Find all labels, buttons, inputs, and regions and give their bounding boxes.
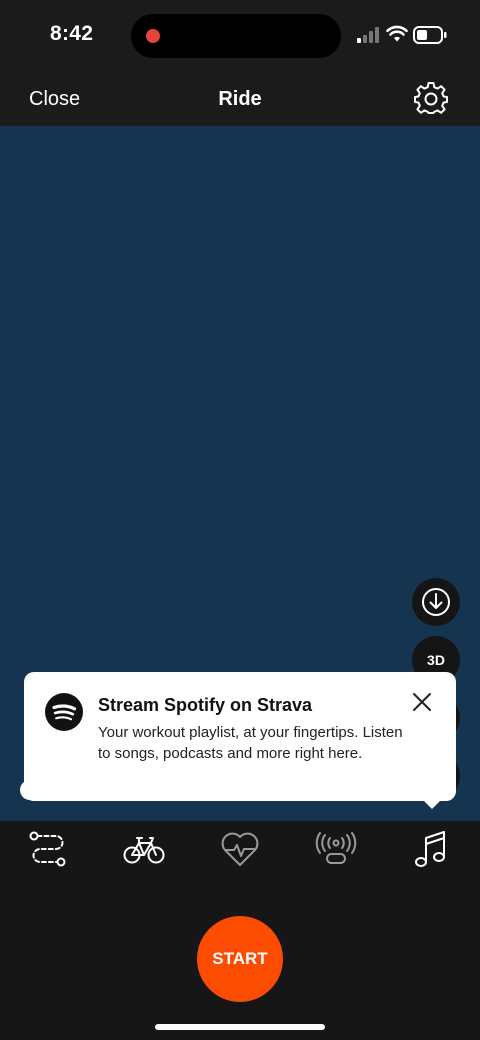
tab-route[interactable]: [25, 827, 71, 871]
tab-music[interactable]: [407, 827, 453, 871]
tab-heart-rate[interactable]: [217, 827, 263, 871]
page-title: Ride: [218, 88, 262, 110]
sensor-tab-bar: [0, 821, 480, 879]
spotify-icon: [45, 693, 83, 731]
tooltip-pointer: [421, 798, 443, 809]
tooltip-body: Your workout playlist, at your fingertip…: [98, 724, 403, 762]
start-button[interactable]: START: [197, 916, 283, 1002]
home-indicator: [155, 1024, 325, 1030]
tooltip-title: Stream Spotify on Strava: [98, 695, 313, 715]
dynamic-island: [131, 14, 341, 58]
recording-indicator-icon: [146, 29, 160, 43]
spotify-promo-tooltip[interactable]: Stream Spotify on Strava Your workout pl…: [24, 672, 456, 801]
close-icon[interactable]: [411, 691, 433, 713]
download-circle-icon: [422, 588, 450, 616]
status-bar: 8:42: [0, 0, 480, 72]
music-note-icon: [415, 831, 445, 867]
tab-sport[interactable]: [121, 827, 167, 871]
tab-sensors[interactable]: [313, 827, 359, 871]
wifi-icon: [386, 25, 408, 42]
gear-icon[interactable]: [414, 82, 448, 116]
status-time: 8:42: [50, 22, 94, 45]
bike-icon: [123, 837, 165, 864]
battery-icon: [413, 26, 447, 44]
top-nav-bar: Close Ride: [0, 72, 480, 126]
download-map-button[interactable]: [412, 578, 460, 626]
route-icon: [29, 831, 66, 867]
sensor-icon: [315, 832, 357, 864]
cellular-signal-icon: [357, 27, 379, 43]
heart-rate-icon: [221, 832, 259, 866]
